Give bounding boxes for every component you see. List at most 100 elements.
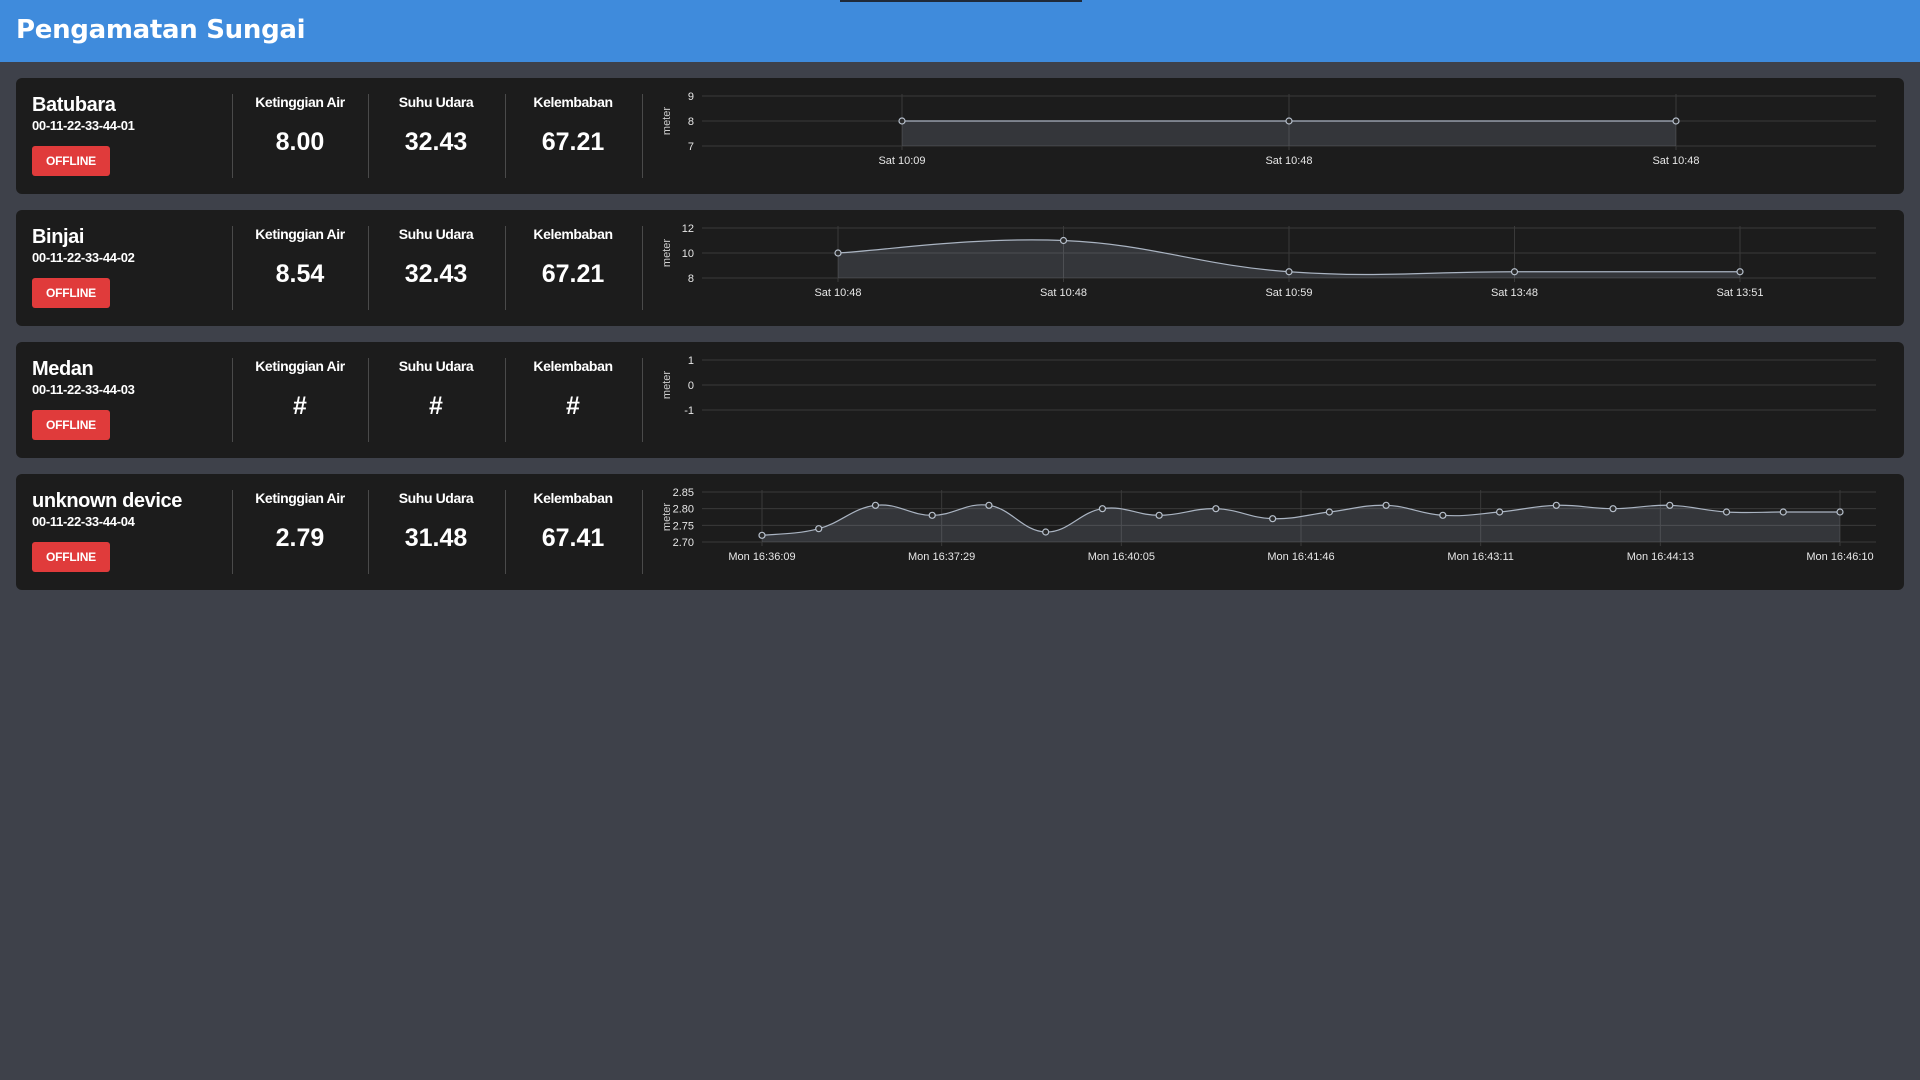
data-point[interactable] — [1722, 508, 1731, 516]
data-point[interactable] — [928, 511, 936, 519]
metric-label: Ketinggian Air — [255, 358, 345, 374]
y-tick-label: 8 — [688, 273, 694, 285]
metric-value: 8.54 — [275, 260, 325, 288]
y-tick-label: 8 — [688, 116, 694, 128]
metric-water-level: Ketinggian Air 8.00 — [232, 78, 368, 194]
metric-label: Kelembaban — [533, 490, 613, 506]
y-tick-label: 2.75 — [673, 520, 694, 532]
data-point[interactable] — [1059, 236, 1068, 245]
metric-label: Suhu Udara — [398, 226, 474, 242]
data-point[interactable] — [1666, 501, 1674, 509]
data-point[interactable] — [1609, 505, 1617, 513]
device-card: Batubara 00-11-22-33-44-01 OFFLINE Ketin… — [16, 78, 1904, 194]
y-tick-label: 12 — [682, 223, 694, 235]
status-offline-button[interactable]: OFFLINE — [32, 146, 110, 176]
metric-water-level: Ketinggian Air 8.54 — [232, 210, 368, 326]
y-axis-label: meter — [661, 371, 673, 399]
metric-label: Ketinggian Air — [255, 226, 345, 242]
data-point[interactable] — [1212, 505, 1220, 513]
y-tick-label: 2.80 — [673, 504, 694, 516]
device-name: Binjai — [32, 226, 85, 248]
water-level-chart[interactable]: meter2.85 2.80 2.75 2.70 Mon 16:36:09 Mon 16:… — [656, 480, 1896, 584]
device-name: unknown device — [32, 490, 182, 512]
metric-value: 67.21 — [541, 260, 605, 288]
data-point[interactable] — [1155, 511, 1163, 519]
y-axis-label: meter — [661, 239, 673, 267]
data-point[interactable] — [1495, 508, 1504, 516]
device-id: 00-11-22-33-44-01 — [32, 118, 135, 133]
metric-label: Kelembaban — [533, 94, 613, 110]
y-tick-label: -1 — [684, 405, 694, 417]
data-point[interactable] — [1439, 511, 1447, 519]
metric-label: Ketinggian Air — [255, 490, 345, 506]
series-area — [902, 121, 1676, 146]
x-tick-label: Sat 10:48 — [814, 287, 861, 299]
active-tab-indicator — [840, 0, 1082, 2]
metric-humidity: Kelembaban 67.21 — [505, 210, 641, 326]
y-axis-label: meter — [661, 503, 673, 531]
data-point[interactable] — [1269, 515, 1277, 523]
water-level-chart[interactable]: meter 12 10 8 Sat 10:48 Sat 10:48 Sat 10:59 Sat… — [656, 216, 1896, 320]
data-point[interactable] — [1285, 268, 1293, 276]
metric-air-temperature: Suhu Udara 32.43 — [368, 78, 504, 194]
data-point[interactable] — [1836, 508, 1844, 516]
data-point[interactable] — [1098, 505, 1107, 513]
device-card: Binjai 00-11-22-33-44-02 OFFLINE Ketingg… — [16, 210, 1904, 326]
data-point[interactable] — [758, 531, 766, 539]
data-point[interactable] — [1325, 508, 1333, 516]
y-tick-label: 2.85 — [673, 487, 694, 499]
x-tick-label: Mon 16:46:10 — [1806, 551, 1873, 563]
data-point[interactable] — [871, 501, 880, 509]
water-level-chart[interactable]: meter 1 0 -1 — [656, 348, 1896, 452]
status-offline-button[interactable]: OFFLINE — [32, 410, 110, 440]
metric-value: # — [429, 392, 443, 420]
data-point[interactable] — [815, 525, 823, 533]
device-card: Medan 00-11-22-33-44-03 OFFLINE Ketinggi… — [16, 342, 1904, 458]
x-tick-label: Mon 16:40:05 — [1088, 551, 1155, 563]
page-title: Pengamatan Sungai — [16, 15, 306, 45]
divider — [642, 358, 643, 442]
x-tick-label: Sat 10:48 — [1265, 155, 1312, 167]
status-offline-button[interactable]: OFFLINE — [32, 542, 110, 572]
device-id: 00-11-22-33-44-04 — [32, 514, 135, 529]
metric-value: 32.43 — [404, 260, 468, 288]
status-offline-button[interactable]: OFFLINE — [32, 278, 110, 308]
data-point[interactable] — [834, 249, 842, 257]
data-point[interactable] — [1510, 268, 1519, 276]
metric-label: Ketinggian Air — [255, 94, 345, 110]
metric-value: # — [566, 392, 580, 420]
y-tick-label: 9 — [688, 91, 694, 103]
data-point[interactable] — [1042, 528, 1050, 536]
device-id: 00-11-22-33-44-03 — [32, 382, 135, 397]
device-card: unknown device 00-11-22-33-44-04 OFFLINE… — [16, 474, 1904, 590]
divider — [642, 490, 643, 574]
metric-humidity: Kelembaban 67.21 — [505, 78, 641, 194]
data-point[interactable] — [1779, 508, 1787, 516]
metric-value: 67.41 — [541, 524, 605, 552]
divider — [642, 94, 643, 178]
water-level-chart[interactable]: meter 9 8 7 Sat 10:09 Sat 10:48 Sat 10:48 — [656, 84, 1896, 188]
metric-humidity: Kelembaban 67.41 — [505, 474, 641, 590]
data-point[interactable] — [1382, 501, 1390, 509]
data-point[interactable] — [1552, 501, 1560, 509]
data-point[interactable] — [1736, 268, 1744, 276]
metric-label: Suhu Udara — [398, 94, 474, 110]
x-tick-label: Mon 16:36:09 — [728, 551, 795, 563]
device-name: Batubara — [32, 94, 116, 116]
x-tick-label: Sat 13:51 — [1716, 287, 1763, 299]
y-tick-label: 7 — [688, 141, 694, 153]
data-point[interactable] — [1285, 117, 1293, 125]
data-point[interactable] — [985, 501, 993, 509]
data-point[interactable] — [898, 117, 906, 125]
device-id: 00-11-22-33-44-02 — [32, 250, 135, 265]
x-tick-label: Mon 16:44:13 — [1627, 551, 1694, 563]
y-tick-label: 0 — [688, 380, 694, 392]
metric-label: Kelembaban — [533, 358, 613, 374]
metric-value: 31.48 — [404, 524, 468, 552]
x-tick-label: Sat 10:48 — [1040, 287, 1087, 299]
data-point[interactable] — [1672, 117, 1680, 125]
app-header: Pengamatan Sungai — [0, 0, 1920, 62]
metric-value: # — [293, 392, 307, 420]
metric-value: 32.43 — [404, 128, 468, 156]
metric-label: Kelembaban — [533, 226, 613, 242]
